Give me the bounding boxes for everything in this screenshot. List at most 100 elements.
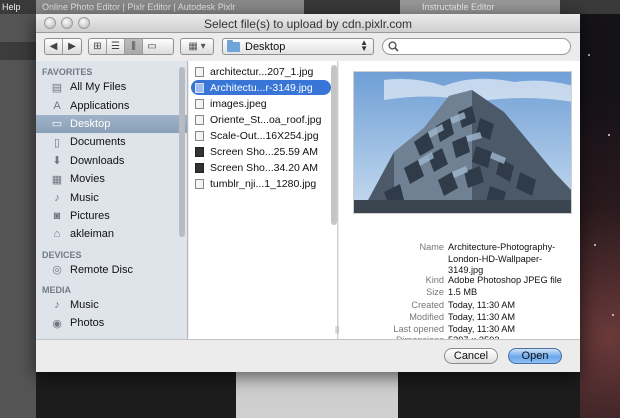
file-name: Scale-Out...16X254.jpg — [210, 129, 319, 142]
icon-grid-icon: ⊞ — [93, 41, 102, 52]
icon-view-button[interactable]: ⊞ — [89, 39, 107, 54]
sidebar-item-desktop[interactable]: ▭ Desktop — [36, 114, 187, 134]
sidebar-item-photos[interactable]: ◉ Photos — [36, 314, 187, 332]
info-value: 1.5 MB — [448, 287, 478, 297]
image-file-icon — [195, 66, 204, 77]
documents-icon: ▯ — [53, 136, 61, 149]
file-item[interactable]: Screen Sho...25.59 AM — [191, 144, 331, 159]
sidebar-item-label: Photos — [70, 317, 105, 330]
help-menu[interactable]: Help — [2, 2, 21, 12]
file-name: architectur...207_1.jpg — [210, 65, 314, 78]
column-view-button[interactable]: ⫼ — [125, 39, 143, 54]
browser-tab-bar: Help Online Photo Editor | Pixlr Editor … — [0, 0, 620, 14]
sidebar-item-label: Music — [70, 299, 99, 312]
updown-arrows-icon: ▲ ▼ — [360, 38, 368, 53]
pictures-icon: ◙ — [53, 209, 61, 222]
preview-pane: Name Architecture-Photography-London-HD-… — [339, 61, 580, 345]
back-button[interactable]: ◀ — [45, 39, 63, 54]
file-item[interactable]: images.jpeg — [191, 96, 331, 111]
open-button[interactable]: Open — [508, 348, 562, 364]
file-name: Screen Sho...34.20 AM — [210, 161, 318, 174]
chevron-left-icon: ◀ — [49, 41, 58, 52]
background-toolbar — [0, 42, 36, 60]
sidebar-item-downloads[interactable]: ⬇ Downloads — [36, 152, 187, 170]
info-key: Name — [419, 242, 444, 252]
browser-tab-instructables[interactable]: Instructable Editor — [400, 0, 560, 14]
dialog-button-bar: Cancel Open — [36, 339, 580, 372]
sidebar-item-label: Music — [70, 191, 99, 204]
background-left-panel — [0, 14, 36, 418]
sidebar-section-favorites: FAVORITES — [42, 67, 93, 77]
file-item[interactable]: Oriente_St...oa_roof.jpg — [191, 112, 331, 127]
sidebar-scrollbar[interactable] — [179, 67, 185, 237]
search-icon — [388, 41, 399, 52]
dialog-title: Select file(s) to upload by cdn.pixlr.co… — [203, 17, 413, 31]
downloads-icon: ⬇ — [52, 155, 62, 168]
forward-button[interactable]: ▶ — [63, 39, 81, 54]
screenshot-file-icon — [195, 146, 204, 157]
sidebar: FAVORITES ▤ All My Files A Applications … — [36, 61, 188, 339]
file-item[interactable]: architectur...207_1.jpg — [191, 64, 331, 79]
coverflow-icon: ▭ — [147, 41, 157, 52]
location-popup[interactable]: Desktop ▲ ▼ — [222, 38, 374, 55]
browser-tab-pixlr[interactable]: Online Photo Editor | Pixlr Editor | Aut… — [36, 0, 304, 14]
sidebar-section-media: MEDIA — [42, 284, 71, 295]
list-view-button[interactable]: ☰ — [107, 39, 125, 54]
disc-icon: ◎ — [52, 264, 62, 277]
sidebar-section-devices: DEVICES — [42, 249, 82, 260]
sidebar-item-applications[interactable]: A Applications — [36, 96, 187, 114]
camera-icon: ◉ — [52, 317, 62, 330]
info-value: Today, 11:30 AM — [448, 312, 516, 322]
dialog-toolbar: ◀ ▶ ⊞ ☰ ⫼ ▭ ▦ ▾ Desktop ▲ ▼ — [36, 34, 580, 60]
file-list-column: architectur...207_1.jpg Architectu...r-3… — [189, 61, 339, 339]
info-key: Kind — [425, 275, 444, 285]
file-list-scrollbar[interactable] — [331, 65, 337, 225]
sidebar-item-documents[interactable]: ▯ Documents — [36, 133, 187, 151]
sidebar-item-label: Desktop — [70, 117, 111, 130]
sidebar-item-label: Documents — [70, 136, 126, 149]
sidebar-item-label: Pictures — [70, 209, 110, 222]
background-space-image — [580, 14, 620, 418]
image-preview-thumbnail — [353, 71, 572, 214]
info-value: Adobe Photoshop JPEG file — [448, 275, 562, 285]
info-key: Created — [411, 300, 444, 310]
info-value: Today, 11:30 AM — [448, 300, 516, 310]
sidebar-item-label: akleiman — [70, 228, 115, 241]
sidebar-item-label: Movies — [70, 173, 105, 186]
folder-icon — [227, 39, 240, 52]
screenshot-file-icon — [195, 162, 204, 173]
sidebar-item-music[interactable]: ♪ Music — [36, 188, 187, 206]
cancel-button[interactable]: Cancel — [444, 348, 498, 364]
file-item[interactable]: Screen Sho...34.20 AM — [191, 160, 331, 175]
file-item[interactable]: tumblr_nji...1_1280.jpg — [191, 176, 331, 191]
file-item[interactable]: Scale-Out...16X254.jpg — [191, 128, 331, 143]
sidebar-item-remote-disc[interactable]: ◎ Remote Disc — [36, 261, 187, 279]
coverflow-view-button[interactable]: ▭ — [143, 39, 161, 54]
file-item-selected[interactable]: Architectu...r-3149.jpg — [191, 80, 331, 95]
info-key: Modified — [409, 312, 444, 322]
file-name: Screen Sho...25.59 AM — [210, 145, 318, 158]
search-input[interactable] — [402, 40, 562, 53]
nav-button-group: ◀ ▶ — [44, 38, 82, 55]
sidebar-item-home[interactable]: ⌂ akleiman — [36, 225, 187, 243]
all-files-icon: ▤ — [51, 81, 63, 94]
image-file-icon — [195, 82, 204, 93]
sidebar-item-media-music[interactable]: ♪ Music — [36, 296, 187, 314]
movies-icon: ▦ — [51, 173, 63, 186]
background-panel — [236, 372, 398, 418]
sidebar-item-pictures[interactable]: ◙ Pictures — [36, 207, 187, 225]
search-field[interactable] — [382, 38, 571, 55]
dialog-titlebar: Select file(s) to upload by cdn.pixlr.co… — [36, 14, 580, 33]
desktop-icon: ▭ — [51, 118, 63, 131]
sidebar-item-movies[interactable]: ▦ Movies — [36, 170, 187, 188]
sidebar-item-label: Remote Disc — [70, 263, 133, 276]
sidebar-item-all-my-files[interactable]: ▤ All My Files — [36, 78, 187, 96]
image-file-icon — [195, 98, 204, 109]
arrange-button[interactable]: ▦ ▾ — [180, 38, 214, 55]
columns-icon: ⫼ — [131, 41, 136, 52]
home-icon: ⌂ — [53, 228, 61, 241]
chevron-right-icon: ▶ — [68, 41, 76, 52]
sidebar-item-label: All My Files — [70, 81, 127, 94]
file-open-dialog: Select file(s) to upload by cdn.pixlr.co… — [36, 14, 580, 372]
arrange-grid-icon: ▦ ▾ — [188, 41, 206, 52]
